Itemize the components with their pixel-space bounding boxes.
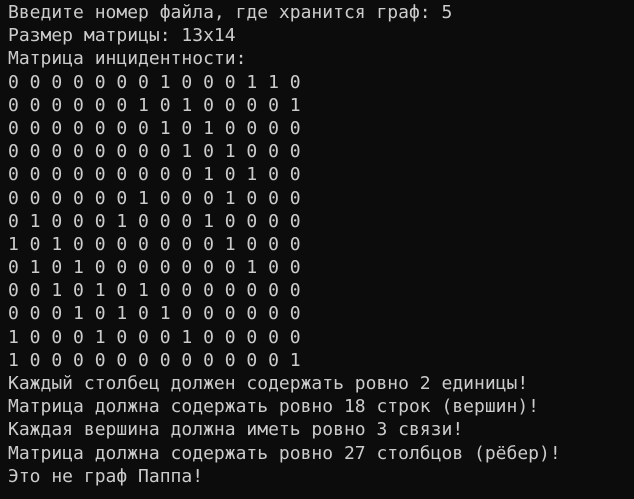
error-message: Матрица должна содержать ровно 18 строк … <box>8 396 540 418</box>
matrix-row: 0 0 0 0 0 0 1 0 1 0 0 0 0 1 <box>8 94 301 116</box>
matrix-header: Матрица инцидентности: <box>8 48 247 70</box>
matrix-row: 0 0 1 0 1 0 1 0 0 0 0 0 0 0 <box>8 280 301 302</box>
result-message: Это не граф Паппа! <box>8 465 204 487</box>
matrix-row: 0 0 0 0 0 0 1 0 0 0 1 0 0 0 <box>8 187 301 209</box>
matrix-row: 0 0 0 0 0 0 0 1 0 1 0 0 0 0 <box>8 117 301 139</box>
matrix-row: 0 0 0 0 0 0 0 0 0 1 0 1 0 0 <box>8 164 301 186</box>
matrix-row: 0 1 0 1 0 0 0 0 0 0 0 1 0 0 <box>8 257 301 279</box>
matrix-row: 0 0 0 0 0 0 0 1 0 0 0 1 1 0 <box>8 71 301 93</box>
file-prompt-label: Введите номер файла, где хранится граф: <box>8 2 431 23</box>
matrix-row: 0 0 0 1 0 1 0 1 0 0 0 0 0 0 <box>8 303 301 325</box>
error-message: Каждый столбец должен содержать ровно 2 … <box>8 373 529 394</box>
file-number-input-value: 5 <box>441 2 453 23</box>
console-window[interactable]: Введите номер файла, где хранится граф: … <box>0 0 634 499</box>
matrix-row: 1 0 0 0 1 0 0 0 1 0 0 0 0 0 <box>8 326 301 348</box>
file-prompt-line: Введите номер файла, где хранится граф: … <box>8 1 634 24</box>
error-message: Каждая вершина должна иметь ровно 3 связ… <box>8 419 464 441</box>
matrix-row: 1 0 1 0 0 0 0 0 0 0 1 0 0 0 <box>8 233 301 255</box>
matrix-size-line: Размер матрицы: 13x14 <box>8 25 236 47</box>
matrix-row: 0 0 0 0 0 0 0 0 1 0 1 0 0 0 <box>8 141 301 163</box>
error-message: Матрица должна содержать ровно 27 столбц… <box>8 442 561 464</box>
matrix-row: 1 0 0 0 0 0 0 0 0 0 0 0 0 1 <box>8 349 301 371</box>
matrix-row: 0 1 0 0 0 1 0 0 0 1 0 0 0 0 <box>8 210 301 232</box>
